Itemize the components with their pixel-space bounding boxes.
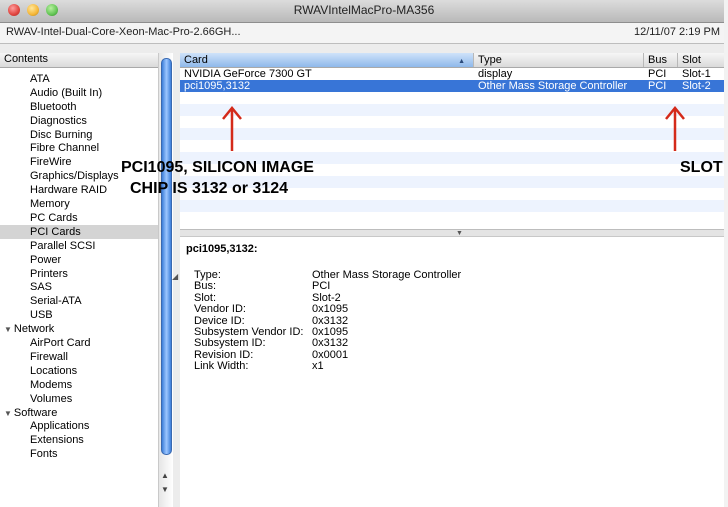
arrow-to-slot-icon: [665, 106, 685, 151]
sidebar-item-pc-cards[interactable]: PC Cards: [30, 211, 78, 225]
scroll-down-arrow-icon[interactable]: ▼: [161, 485, 169, 494]
title-bar[interactable]: RWAVIntelMacPro-MA356: [0, 0, 728, 23]
sidebar-item-usb[interactable]: USB: [30, 308, 53, 322]
sidebar-item-memory[interactable]: Memory: [30, 197, 70, 211]
sidebar-item-printers[interactable]: Printers: [30, 267, 68, 281]
column-header-card[interactable]: Card ▲: [180, 53, 474, 67]
annotation-chip-line2: CHIP IS 3132 or 3124: [130, 180, 289, 197]
empty-table-row: [180, 116, 728, 128]
contents-sidebar: ▼HardwareATAAudio (Built In)BluetoothDia…: [0, 55, 173, 507]
detail-key: Revision ID:: [194, 348, 254, 361]
column-header-slot[interactable]: Slot: [678, 53, 728, 67]
contents-column-header[interactable]: Contents: [0, 53, 173, 68]
sidebar-item-modems[interactable]: Modems: [30, 378, 72, 392]
detail-key: Link Width:: [194, 360, 249, 373]
pane-splitter[interactable]: ▼: [180, 230, 728, 237]
detail-value: Slot-2: [312, 291, 341, 304]
splitter-grip-icon[interactable]: ▼: [456, 230, 463, 237]
cell-type: Other Mass Storage Controller: [478, 80, 628, 92]
sidebar-item-volumes[interactable]: Volumes: [30, 392, 72, 406]
detail-key: Slot:: [194, 291, 217, 304]
detail-value: 0x1095: [312, 326, 349, 338]
sidebar-scroll-thumb[interactable]: [161, 58, 172, 455]
cell-slot: Slot-1: [682, 68, 711, 80]
machine-info-bar: RWAV-Intel-Dual-Core-Xeon-Mac-Pro-2.66GH…: [0, 23, 728, 44]
column-header-type[interactable]: Type: [474, 53, 644, 67]
split-resize-handle-icon[interactable]: ◢: [172, 272, 178, 281]
sidebar-item-firewall[interactable]: Firewall: [30, 350, 68, 364]
disclosure-triangle-icon[interactable]: ▼: [4, 325, 12, 334]
sidebar-item-firewire[interactable]: FireWire: [30, 155, 72, 169]
system-profiler-window: RWAVIntelMacPro-MA356 RWAV-Intel-Dual-Co…: [0, 0, 728, 507]
scroll-up-arrow-icon[interactable]: ▲: [161, 471, 169, 480]
cell-bus: PCI: [648, 80, 667, 92]
empty-table-row: [180, 200, 728, 212]
sidebar-item-applications[interactable]: Applications: [30, 419, 89, 433]
cell-card: pci1095,3132: [184, 80, 251, 92]
empty-table-row: [180, 92, 728, 104]
arrow-to-card-icon: [222, 106, 242, 151]
sidebar-item-fonts[interactable]: Fonts: [30, 447, 58, 461]
pci-cards-table: Card ▲ Type Bus Slot NVIDIA GeForce 7300 …: [180, 53, 728, 230]
detail-key: Vendor ID:: [194, 303, 246, 316]
column-header-bus[interactable]: Bus: [644, 53, 678, 67]
sidebar-item-ata[interactable]: ATA: [30, 72, 50, 86]
machine-name: RWAV-Intel-Dual-Core-Xeon-Mac-Pro-2.66GH…: [6, 26, 241, 38]
table-row[interactable]: pci1095,3132 Other Mass Storage Controlle…: [180, 80, 728, 92]
sidebar-category-software[interactable]: ▼ Software: [4, 406, 57, 420]
sidebar-category-network[interactable]: ▼ Network: [4, 322, 54, 336]
detail-value: 0x0001: [312, 348, 349, 361]
cell-bus: PCI: [648, 68, 667, 80]
detail-title: pci1095,3132:: [186, 243, 258, 255]
window-right-edge: [724, 0, 728, 507]
detail-value: 0x1095: [312, 303, 349, 316]
sidebar-item-audio-built-in[interactable]: Audio (Built In): [30, 86, 102, 100]
category-label: Software: [13, 406, 58, 419]
detail-key: Device ID:: [194, 314, 245, 327]
sidebar-item-fibre-channel[interactable]: Fibre Channel: [30, 141, 99, 155]
sidebar-item-hardware-raid[interactable]: Hardware RAID: [30, 183, 107, 197]
empty-table-row: [180, 140, 728, 152]
sort-ascending-icon: ▲: [458, 58, 465, 65]
sidebar-item-bluetooth[interactable]: Bluetooth: [30, 100, 76, 114]
detail-key: Subsystem Vendor ID:: [194, 326, 304, 338]
sidebar-item-pci-cards[interactable]: PCI Cards: [0, 224, 158, 239]
sidebar-item-serial-ata[interactable]: Serial-ATA: [30, 294, 82, 308]
detail-value: Other Mass Storage Controller: [312, 269, 462, 281]
cell-slot: Slot-2: [682, 80, 711, 92]
sidebar-scrollbar[interactable]: ▲ ▼: [158, 53, 173, 507]
annotation-slot: SLOT: [680, 159, 723, 176]
sidebar-item-diagnostics[interactable]: Diagnostics: [30, 114, 87, 128]
detail-pane: pci1095,3132: Type: Other Mass Storage Co…: [180, 237, 728, 507]
sidebar-item-power[interactable]: Power: [30, 253, 61, 267]
annotation-chip-line1: PCI1095, SILICON IMAGE: [121, 159, 314, 176]
detail-value: x1: [312, 360, 324, 373]
report-datetime: 12/11/07 2:19 PM: [633, 26, 720, 38]
sidebar-item-disc-burning[interactable]: Disc Burning: [30, 128, 92, 142]
sidebar-item-graphics-displays[interactable]: Graphics/Displays: [30, 169, 119, 183]
cell-card: NVIDIA GeForce 7300 GT: [184, 68, 312, 80]
detail-key: Bus:: [194, 280, 217, 293]
sidebar-item-extensions[interactable]: Extensions: [30, 433, 84, 447]
empty-table-row: [180, 104, 728, 116]
detail-key: Type:: [194, 269, 221, 281]
detail-value: 0x3132: [312, 337, 349, 350]
sidebar-item-airport-card[interactable]: AirPort Card: [30, 336, 91, 350]
cell-type: display: [478, 68, 513, 80]
disclosure-triangle-icon[interactable]: ▼: [4, 409, 12, 418]
detail-value: 0x3132: [312, 314, 349, 327]
table-header: Card ▲ Type Bus Slot: [180, 53, 728, 68]
window-title: RWAVIntelMacPro-MA356: [293, 3, 435, 17]
detail-value: PCI: [312, 280, 331, 293]
category-label: Network: [13, 323, 55, 336]
table-row[interactable]: NVIDIA GeForce 7300 GT display PCI Slot-1: [180, 68, 728, 80]
empty-table-row: [180, 128, 728, 140]
sidebar-item-sas[interactable]: SAS: [30, 280, 52, 294]
contents-header-label: Contents: [4, 53, 49, 65]
sidebar-item-parallel-scsi[interactable]: Parallel SCSI: [30, 239, 95, 253]
sidebar-item-locations[interactable]: Locations: [30, 364, 77, 378]
detail-key: Subsystem ID:: [194, 337, 266, 350]
empty-table-row: [180, 212, 728, 224]
